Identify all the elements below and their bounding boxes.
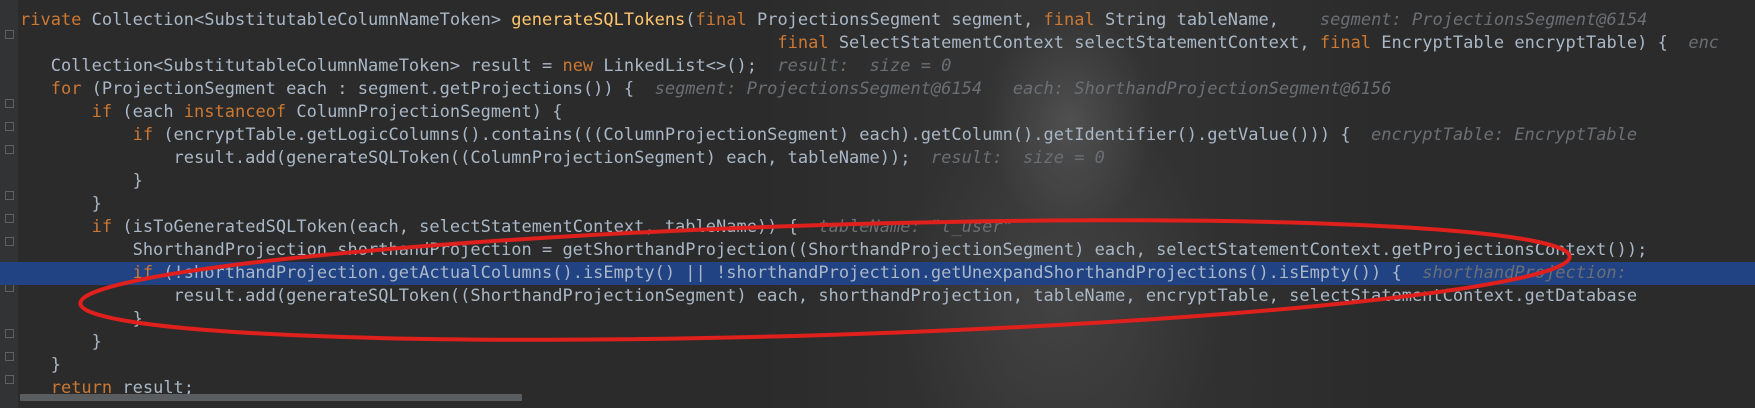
code-token: ColumnProjectionSegment) {	[296, 102, 563, 122]
fold-marker-icon[interactable]	[5, 237, 14, 246]
debug-inline-value: result: size = 0	[777, 56, 952, 76]
code-token: instanceof	[183, 102, 297, 122]
code-token: LinkedList<>();	[603, 56, 778, 76]
fold-marker-icon[interactable]	[5, 30, 14, 39]
code-token: }	[20, 309, 143, 329]
fold-marker-icon[interactable]	[5, 214, 14, 223]
code-token: final	[1043, 10, 1105, 30]
code-token: }	[20, 355, 61, 375]
code-line[interactable]: }	[20, 193, 1755, 216]
code-token: (!shorthandProjection.getActualColumns()…	[163, 263, 1423, 283]
code-line[interactable]: rivate Collection<SubstitutableColumnNam…	[20, 9, 1755, 32]
code-token: final	[1319, 33, 1382, 53]
code-token: new	[562, 56, 604, 76]
code-line[interactable]: }	[20, 308, 1755, 331]
code-token: (encryptTable.getLogicColumns().contains…	[163, 125, 1372, 145]
code-token: if	[132, 125, 164, 145]
code-token: final	[695, 10, 757, 30]
code-line[interactable]: Collection<SubstitutableColumnNameToken>…	[20, 55, 1755, 78]
code-token: ShorthandProjection shorthandProjection …	[20, 240, 1648, 260]
fold-marker-icon[interactable]	[5, 145, 14, 154]
debug-inline-value: segment: ProjectionsSegment@6154	[1319, 10, 1648, 30]
debug-inline-value: shorthandProjection:	[1422, 263, 1638, 283]
code-token: rivate	[20, 10, 92, 30]
debug-inline-value: encryptTable: EncryptTable	[1371, 125, 1638, 145]
fold-marker-icon[interactable]	[5, 99, 14, 108]
code-line[interactable]: if (isToGeneratedSQLToken(each, selectSt…	[20, 216, 1755, 239]
code-token: Collection<SubstitutableColumnNameToken>…	[20, 56, 563, 76]
code-token: generateSQLTokens	[511, 10, 686, 30]
code-token: final	[777, 33, 839, 53]
code-line[interactable]: for (ProjectionSegment each : segment.ge…	[20, 78, 1755, 101]
code-line[interactable]: if (!shorthandProjection.getActualColumn…	[20, 262, 1755, 285]
code-line[interactable]: final SelectStatementContext selectState…	[20, 32, 1755, 55]
code-token: (each	[122, 102, 184, 122]
code-token: }	[20, 332, 102, 352]
debug-inline-value: enc	[1688, 33, 1720, 53]
code-line[interactable]: result.add(generateSQLToken((ShorthandPr…	[20, 285, 1755, 308]
fold-marker-icon[interactable]	[5, 352, 14, 361]
debug-inline-value: tableName: "t_user"	[818, 217, 1013, 237]
code-token: EncryptTable encryptTable) {	[1381, 33, 1689, 53]
code-line[interactable]: if (each instanceof ColumnProjectionSegm…	[20, 101, 1755, 124]
code-line[interactable]: }	[20, 354, 1755, 377]
fold-marker-icon[interactable]	[5, 122, 14, 131]
fold-marker-icon[interactable]	[5, 329, 14, 338]
horizontal-scrollbar[interactable]	[20, 394, 522, 401]
code-token: (ProjectionSegment each : segment.getPro…	[91, 79, 655, 99]
code-token: if	[91, 217, 123, 237]
code-token: String tableName,	[1104, 10, 1320, 30]
code-token: ProjectionsSegment segment,	[756, 10, 1044, 30]
fold-marker-icon[interactable]	[5, 375, 14, 384]
fold-marker-icon[interactable]	[5, 191, 14, 200]
code-token: result.add(generateSQLToken((ColumnProje…	[20, 148, 931, 168]
editor-gutter[interactable]	[0, 0, 18, 408]
code-token: }	[20, 171, 143, 191]
code-token: (isToGeneratedSQLToken(each, selectState…	[122, 217, 819, 237]
code-token: if	[132, 263, 164, 283]
code-token: SelectStatementContext selectStatementCo…	[838, 33, 1320, 53]
code-editor[interactable]: rivate Collection<SubstitutableColumnNam…	[0, 0, 1755, 408]
code-line[interactable]: ShorthandProjection shorthandProjection …	[20, 239, 1755, 262]
debug-inline-value: result: size = 0	[930, 148, 1105, 168]
code-line[interactable]: if (encryptTable.getLogicColumns().conta…	[20, 124, 1755, 147]
code-token: }	[20, 194, 102, 214]
code-token: Collection<SubstitutableColumnNameToken>	[91, 10, 512, 30]
code-token: (	[685, 10, 696, 30]
code-token: for	[50, 79, 92, 99]
code-line[interactable]: }	[20, 331, 1755, 354]
debug-inline-value: segment: ProjectionsSegment@6154 each: S…	[654, 79, 1392, 99]
code-token: if	[91, 102, 123, 122]
code-line[interactable]: result.add(generateSQLToken((ColumnProje…	[20, 147, 1755, 170]
code-token: result.add(generateSQLToken((ShorthandPr…	[20, 286, 1638, 306]
code-line[interactable]: }	[20, 170, 1755, 193]
